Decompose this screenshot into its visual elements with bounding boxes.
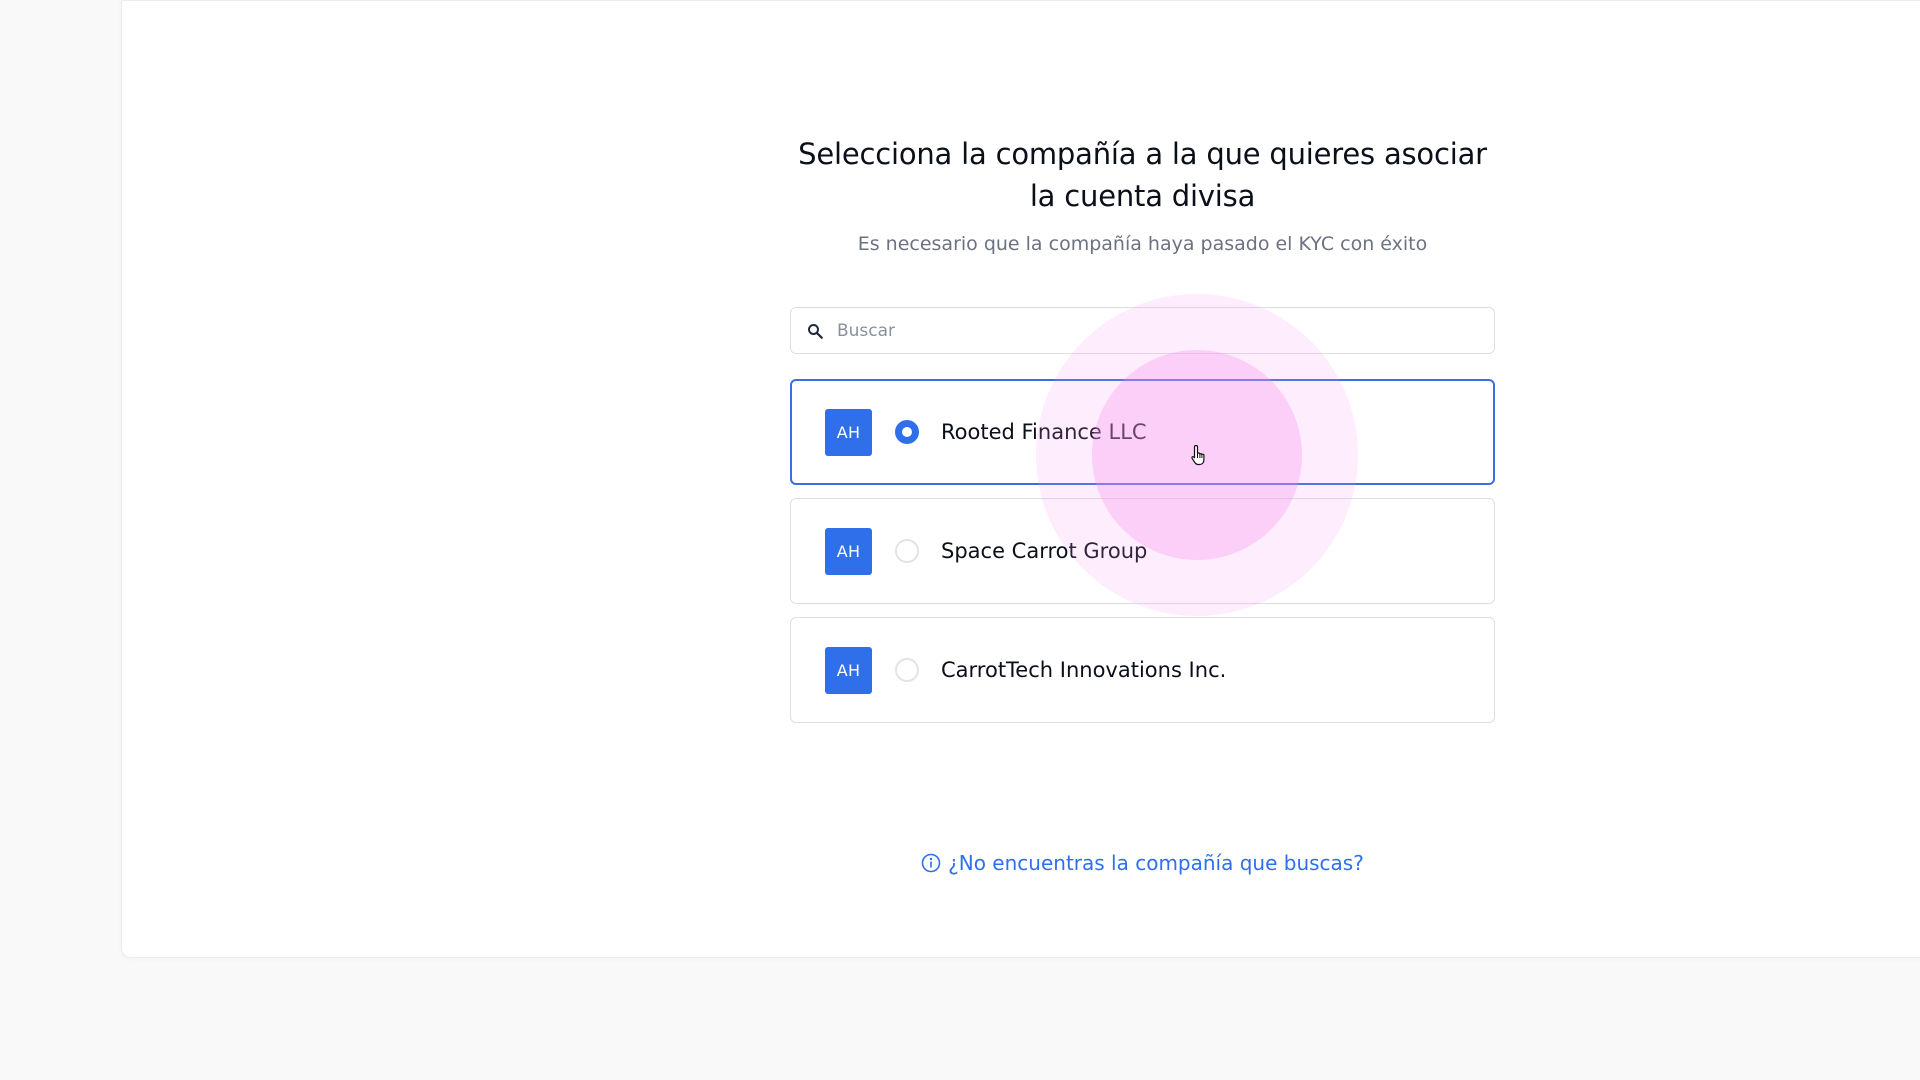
company-option[interactable]: AH CarrotTech Innovations Inc. xyxy=(790,617,1495,723)
company-name: Space Carrot Group xyxy=(941,539,1148,563)
company-list: AH Rooted Finance LLC AH Space Carrot Gr… xyxy=(790,379,1495,723)
radio-button[interactable] xyxy=(895,539,919,563)
page-title: Selecciona la compañía a la que quieres … xyxy=(798,137,1487,213)
info-icon xyxy=(921,853,941,873)
page-subtitle: Es necesario que la compañía haya pasado… xyxy=(857,233,1428,255)
radio-button[interactable] xyxy=(895,658,919,682)
search-icon xyxy=(805,321,825,341)
radio-button-selected[interactable] xyxy=(895,420,919,444)
company-name: Rooted Finance LLC xyxy=(941,420,1147,444)
company-selector: Selecciona la compañía a la que quieres … xyxy=(790,133,1495,875)
search-box[interactable] xyxy=(790,307,1495,354)
search-input[interactable] xyxy=(837,320,1477,341)
company-avatar: AH xyxy=(825,646,872,694)
help-link-label: ¿No encuentras la compañía que buscas? xyxy=(948,851,1364,875)
company-avatar: AH xyxy=(825,527,872,575)
company-option[interactable]: AH Rooted Finance LLC xyxy=(790,379,1495,485)
company-option[interactable]: AH Space Carrot Group xyxy=(790,498,1495,604)
company-name: CarrotTech Innovations Inc. xyxy=(941,658,1227,682)
main-card: Selecciona la compañía a la que quieres … xyxy=(121,0,1920,958)
help-link[interactable]: ¿No encuentras la compañía que buscas? xyxy=(790,851,1495,875)
company-avatar: AH xyxy=(825,408,872,456)
